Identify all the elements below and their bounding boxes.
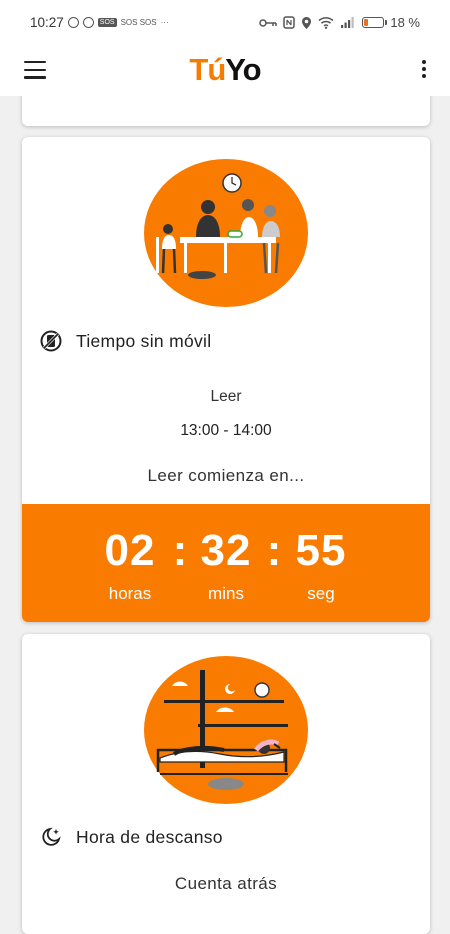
battery-percent: 18 %	[390, 15, 420, 30]
status-bar: 10:27 SOS SOS SOS ··· 18 %	[0, 0, 450, 46]
activity-name: Leer	[210, 388, 242, 405]
countdown-label: Cuenta atrás	[174, 874, 278, 893]
app-bar: TúYo	[0, 46, 450, 96]
logo-part-tu: Tú	[189, 52, 226, 87]
rest-time-card[interactable]: Hora de descanso Cuenta atrás	[22, 634, 430, 934]
card-title: Tiempo sin móvil	[76, 330, 212, 351]
countdown-minutes: 32	[200, 526, 252, 575]
status-left: 10:27 SOS SOS SOS ···	[30, 15, 169, 30]
countdown-minutes-label: mins	[208, 584, 244, 603]
nfc-icon	[283, 16, 296, 29]
card-title: Hora de descanso	[76, 826, 223, 847]
status-time: 10:27	[30, 15, 64, 30]
wifi-icon	[318, 17, 334, 29]
sleeping-illustration	[144, 656, 308, 804]
alarm-icon	[67, 17, 79, 28]
card-title-row: Tiempo sin móvil	[40, 330, 211, 352]
more-vert-icon[interactable]	[420, 60, 428, 82]
card-title-row: Hora de descanso	[40, 826, 223, 848]
no-phone-icon	[40, 330, 62, 352]
countdown-hours-label: horas	[108, 584, 152, 603]
status-right: 18 %	[259, 15, 420, 30]
countdown-hours: 02	[104, 526, 156, 575]
status-more: ···	[160, 18, 169, 27]
no-phone-time-card[interactable]: Tiempo sin móvil Leer 13:00 - 14:00 Leer…	[22, 137, 430, 622]
sos-badge: SOS	[97, 18, 117, 27]
sos-text: SOS SOS	[120, 18, 157, 27]
starts-in-label: Leer comienza en...	[147, 466, 305, 485]
countdown-timer: 02 : 32 : 55 horas mins seg	[22, 504, 430, 622]
activity-time-range: 13:00 - 14:00	[180, 422, 272, 439]
signal-icon	[341, 17, 355, 28]
moon-star-icon	[42, 827, 61, 846]
app-logo: TúYo	[0, 52, 450, 88]
timer-icon	[82, 17, 94, 28]
logo-part-yo: Yo	[225, 52, 261, 87]
key-icon	[259, 18, 278, 27]
battery-icon	[362, 17, 388, 28]
countdown-seconds-label: seg	[307, 584, 335, 603]
location-icon	[302, 16, 312, 29]
family-dinner-illustration	[144, 159, 308, 307]
countdown-seconds: 55	[295, 526, 347, 575]
